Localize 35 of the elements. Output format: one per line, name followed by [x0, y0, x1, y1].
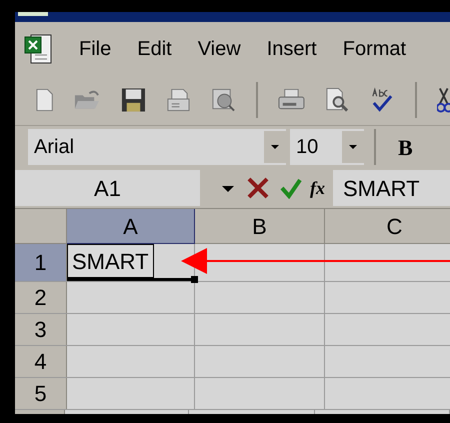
name-box[interactable]: A1 — [15, 170, 200, 206]
column-header[interactable]: C — [325, 209, 450, 244]
printer-icon — [166, 87, 191, 113]
font-size: 10 — [295, 135, 318, 160]
menu-item[interactable]: View — [198, 34, 241, 64]
scissors-icon — [436, 86, 450, 114]
insert-function-button[interactable]: fx — [310, 174, 325, 202]
print-icon — [278, 88, 305, 112]
row-header[interactable]: 1 — [15, 244, 67, 281]
font-name: Arial — [33, 135, 74, 160]
menu-item[interactable]: File — [79, 34, 112, 64]
column-header[interactable]: A — [67, 209, 195, 244]
fill-handle[interactable] — [191, 276, 198, 283]
save-icon — [121, 87, 146, 113]
column-header[interactable]: B — [195, 209, 325, 244]
menu-item[interactable]: Format — [342, 34, 406, 64]
open-folder-icon — [74, 89, 102, 111]
new-document-icon — [35, 88, 54, 112]
cell-value[interactable]: SMART — [67, 244, 154, 278]
font-size-dropdown[interactable]: 10 — [290, 129, 364, 165]
menu-item[interactable]: Insert — [266, 34, 317, 64]
print-preview-icon — [324, 87, 350, 113]
spreadsheet-icon — [23, 32, 53, 64]
menu-item[interactable]: Edit — [137, 34, 172, 64]
row-header[interactable]: 2 — [15, 282, 67, 313]
row-header[interactable]: 5 — [15, 378, 67, 409]
checkmark-icon[interactable] — [280, 177, 302, 199]
bold-button[interactable]: B — [394, 130, 417, 164]
row-header[interactable]: 3 — [15, 314, 67, 345]
formula-field[interactable]: SMART — [333, 170, 450, 206]
select-all-button[interactable] — [15, 209, 67, 244]
row-header[interactable]: 4 — [15, 346, 67, 377]
spelling-check-icon — [370, 87, 395, 113]
cancel-icon[interactable] — [246, 176, 270, 200]
font-dropdown[interactable]: Arial — [28, 129, 286, 165]
